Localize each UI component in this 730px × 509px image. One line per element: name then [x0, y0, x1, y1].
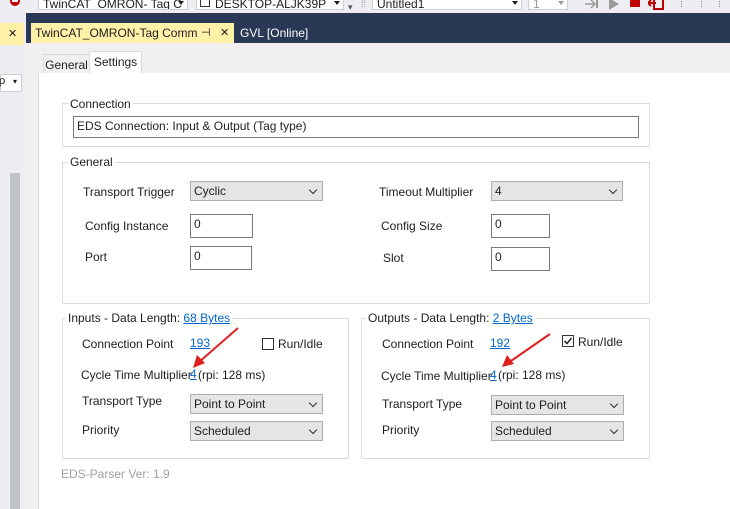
inputs-transport-type-label: Transport Type [82, 394, 163, 408]
chevron-down-icon [308, 398, 318, 408]
solution-explorer-strip: ✕ ρ ▾ [0, 13, 26, 509]
config-mode-icon[interactable] [8, 0, 22, 9]
tab-twincat-omron[interactable]: TwinCAT_OMRON-Tag Comm ⊣ ✕ [31, 23, 234, 43]
inputs-connection-point-label: Connection Point [82, 337, 174, 351]
chevron-down-icon [608, 185, 618, 195]
config-instance-label: Config Instance [85, 219, 169, 233]
chevron-down-icon [609, 399, 619, 409]
inputs-transport-type-select[interactable]: Point to Point [190, 394, 323, 414]
debug-step-icon[interactable]: ⁞ [680, 0, 683, 10]
port-label: Port [85, 250, 108, 264]
pin-icon[interactable]: ⊣ [201, 26, 211, 39]
inputs-legend-text: Inputs - Data Length: [68, 311, 181, 325]
outputs-run-idle-label: Run/Idle [578, 335, 623, 349]
outputs-data-length-link[interactable]: 2 Bytes [493, 311, 533, 325]
annotation-arrow-icon [502, 333, 551, 367]
outputs-priority-label: Priority [382, 423, 420, 437]
outputs-priority-select[interactable]: Scheduled [491, 421, 624, 441]
toolbar: TwinCAT_OMRON- Tag C DESKTOP-ALJK39P ▾ ⁞… [0, 0, 730, 13]
checkmark-icon [563, 337, 573, 345]
chevron-down-icon: ▾ [13, 77, 18, 86]
outputs-cycle-time-link[interactable]: 4 [490, 368, 497, 382]
stop-icon[interactable] [630, 0, 640, 7]
solution-combo[interactable]: Untitled1 [372, 0, 522, 10]
chevron-down-icon [308, 425, 318, 435]
timeout-multiplier-label: Timeout Multiplier [379, 185, 474, 199]
close-icon[interactable]: ✕ [8, 27, 17, 40]
tab-settings[interactable]: Settings [89, 51, 142, 74]
general-legend: General [68, 155, 115, 169]
close-icon[interactable]: ✕ [220, 26, 229, 39]
debug-step3-icon[interactable]: ⁞ [718, 0, 721, 10]
config-size-field[interactable]: 0 [491, 214, 550, 238]
outputs-run-idle-checkbox[interactable] [562, 335, 574, 347]
slot-label: Slot [383, 251, 404, 265]
run-icon[interactable] [607, 0, 621, 10]
outputs-transport-type-label: Transport Type [382, 397, 463, 411]
parser-version-text: EDS-Parser Ver: 1.9 [61, 467, 170, 481]
number-combo[interactable]: 1 [528, 0, 568, 10]
inputs-priority-select[interactable]: Scheduled [190, 421, 323, 441]
debug-step2-icon[interactable]: ⁞ [700, 0, 703, 10]
inputs-data-length-link[interactable]: 68 Bytes [183, 311, 230, 325]
annotation-arrow-icon [193, 327, 239, 368]
port-field[interactable]: 0 [190, 246, 252, 270]
target-combo[interactable]: DESKTOP-ALJK39P [196, 0, 344, 10]
tab-general[interactable]: General [43, 54, 90, 74]
config-size-label: Config Size [381, 219, 443, 233]
inputs-cycle-time-label: Cycle Time Multiplier [81, 368, 192, 382]
inputs-legend: Inputs - Data Length: 68 Bytes [66, 311, 233, 325]
outputs-transport-type-select[interactable]: Point to Point [491, 395, 624, 415]
tab-label: TwinCAT_OMRON-Tag Comm [35, 26, 198, 40]
config-instance-field[interactable]: 0 [190, 214, 253, 238]
chevron-down-icon [609, 425, 619, 435]
slot-field[interactable]: 0 [491, 247, 550, 271]
search-icon: ρ [0, 75, 6, 87]
connection-type-field[interactable]: EDS Connection: Input & Output (Tag type… [73, 116, 639, 138]
tab-gvl-online[interactable]: GVL [Online] [236, 23, 316, 43]
tab-label: GVL [Online] [240, 26, 309, 40]
outputs-connection-point-label: Connection Point [382, 337, 474, 351]
outputs-legend-text: Outputs - Data Length: [368, 311, 490, 325]
transport-trigger-select[interactable]: Cyclic [190, 181, 323, 201]
search-box[interactable]: ρ ▾ [0, 74, 22, 92]
inputs-run-idle-checkbox[interactable] [262, 338, 274, 350]
yellow-close-tab[interactable]: ✕ [0, 23, 24, 45]
transport-trigger-label: Transport Trigger [83, 185, 175, 199]
inputs-run-idle-label: Run/Idle [278, 337, 323, 351]
scrollbar[interactable] [10, 173, 20, 509]
project-combo[interactable]: TwinCAT_OMRON- Tag C [38, 0, 188, 10]
timeout-multiplier-select[interactable]: 4 [491, 181, 623, 201]
outputs-legend: Outputs - Data Length: 2 Bytes [366, 311, 535, 325]
chevron-down-icon [308, 185, 318, 195]
grip-icon: ⁞⁞ [361, 0, 367, 9]
outputs-cycle-time-label: Cycle Time Multiplier [381, 369, 492, 383]
computer-icon [200, 0, 210, 7]
connection-legend: Connection [68, 97, 133, 111]
inputs-priority-label: Priority [82, 423, 120, 437]
dropdown-small-icon[interactable]: ▾ [348, 2, 353, 13]
logout-icon[interactable] [646, 0, 664, 10]
step-into-icon[interactable] [583, 0, 599, 10]
